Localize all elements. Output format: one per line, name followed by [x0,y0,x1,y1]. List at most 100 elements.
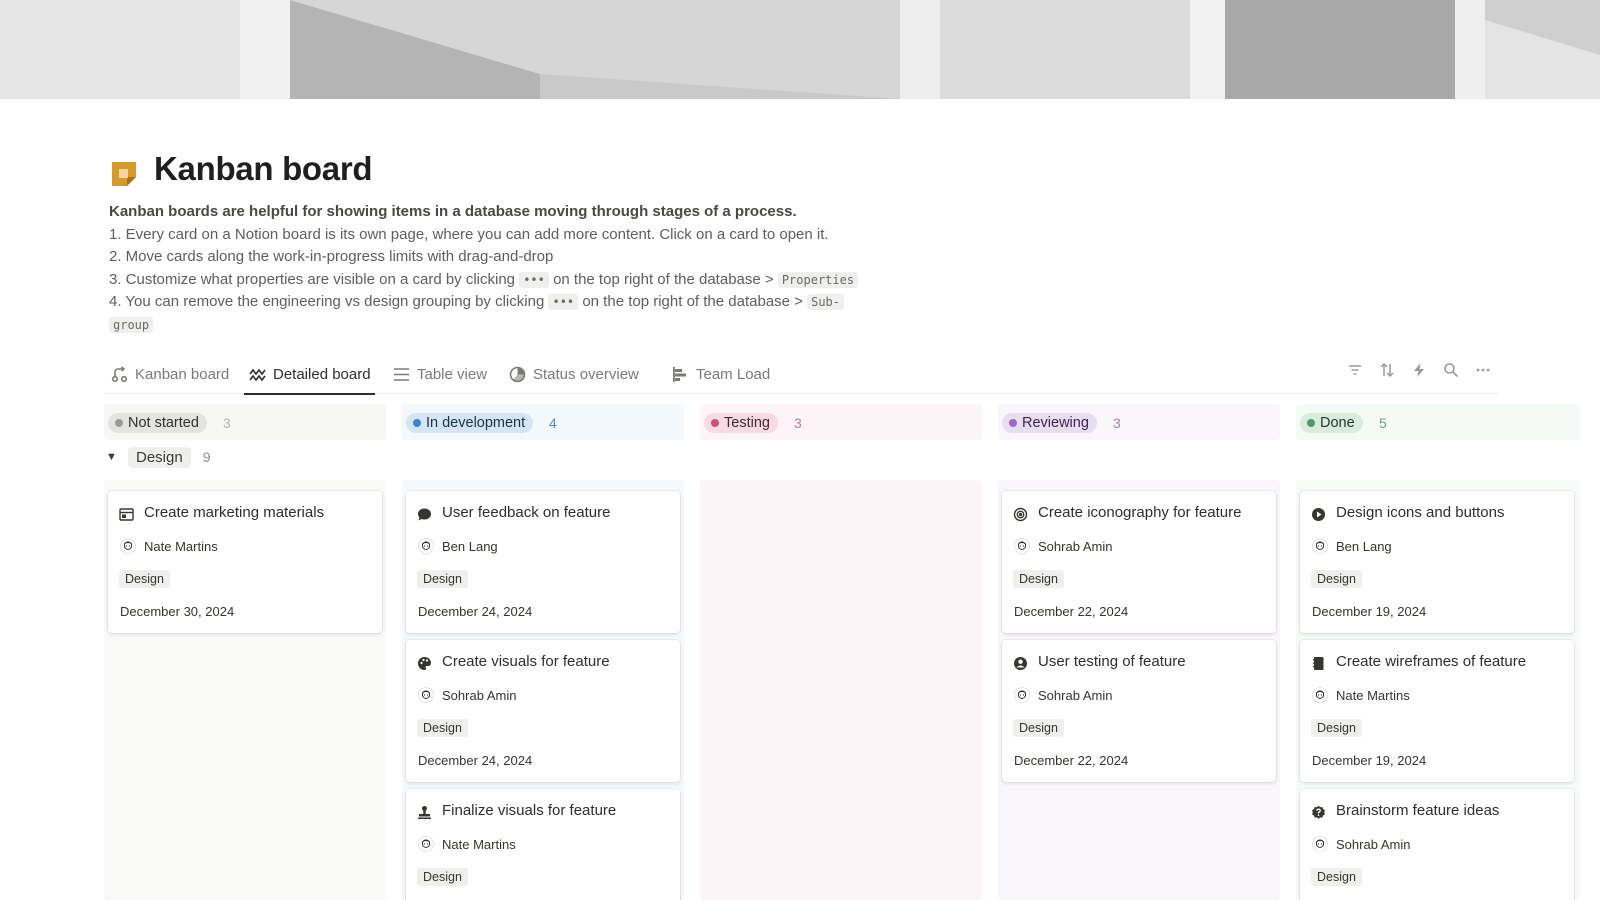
target-icon [1012,506,1028,522]
database-toolbar [1346,361,1492,379]
card[interactable]: Finalize visuals for feature Nate Martin… [406,789,680,900]
card-assignee[interactable]: Sohrab Amin [1312,836,1410,852]
card-tag: Design [417,719,468,737]
tab-status-overview[interactable]: Status overview [504,354,643,394]
page-title[interactable]: Kanban board [154,150,373,188]
card[interactable]: User feedback on feature Ben Lang Design… [406,491,680,633]
card-tag: Design [1311,719,1362,737]
status-label: Testing [724,415,770,431]
status-label: Done [1320,415,1355,431]
line3-code-dots: ••• [519,271,549,288]
assignee-name: Ben Lang [1336,538,1392,554]
column-count: 3 [223,415,231,431]
status-dot [711,419,719,427]
assignee-name: Sohrab Amin [1336,836,1411,852]
avatar [1312,538,1328,554]
card-assignee[interactable]: Sohrab Amin [418,687,516,703]
description-bold-line: Kanban boards are helpful for showing it… [109,203,797,220]
kanban-icon [110,365,128,383]
tab-detailed-board[interactable]: Detailed board [244,354,375,395]
card-assignee[interactable]: Nate Martins [120,538,218,554]
card-date: December 19, 2024 [1312,753,1427,768]
card-assignee[interactable]: Nate Martins [1312,687,1410,703]
column-header: Testing 3 [700,404,982,440]
avatar [1312,687,1328,703]
wave-board-icon [248,365,266,383]
card[interactable]: Create iconography for feature Sohrab Am… [1002,491,1276,633]
assignee-name: Sohrab Amin [1038,687,1113,703]
card-title: Design icons and buttons [1336,504,1505,521]
column-count: 5 [1379,415,1387,431]
status-pill[interactable]: In development [406,413,534,433]
status-dot [115,419,123,427]
filter-icon[interactable] [1346,361,1364,379]
description-line-2: 2. Move cards along the work-in-progress… [109,248,554,265]
line3-code-properties: Properties [777,271,859,288]
browser-window-icon [118,506,134,522]
column-header: In development 4 [402,404,684,440]
avatar [418,538,434,554]
status-dot [1307,419,1315,427]
sort-icon[interactable] [1378,361,1396,379]
card[interactable]: Create wireframes of feature Nate Martin… [1300,640,1574,782]
card-title: Create marketing materials [144,504,325,521]
status-label: Not started [128,415,199,431]
card-tag: Design [417,868,468,886]
search-icon[interactable] [1442,361,1460,379]
tab-team-load[interactable]: Team Load [667,354,774,394]
column-body [700,480,982,900]
assignee-name: Ben Lang [442,538,498,554]
card-title: Create iconography for feature [1038,504,1242,521]
group-header-design[interactable]: ▼ Design 9 [106,443,211,471]
card-assignee[interactable]: Sohrab Amin [1014,538,1112,554]
card-title: Create wireframes of feature [1336,653,1527,670]
page-description: Kanban boards are helpful for showing it… [109,201,929,336]
card-title: Create visuals for feature [442,653,610,670]
group-count: 9 [202,449,211,465]
palette-icon [416,655,432,671]
card-tag: Design [1311,570,1362,588]
avatar [120,538,136,554]
card[interactable]: Create marketing materials Nate Martins … [108,491,382,633]
card[interactable]: Design icons and buttons Ben Lang Design… [1300,491,1574,633]
card[interactable]: User testing of feature Sohrab Amin Desi… [1002,640,1276,782]
pie-chart-icon [508,365,526,383]
card[interactable]: Brainstorm feature ideas Sohrab Amin Des… [1300,789,1574,900]
card-date: December 24, 2024 [418,753,533,768]
line4-code-dots: ••• [548,294,579,310]
assignee-name: Sohrab Amin [442,687,517,703]
automation-icon[interactable] [1410,361,1428,379]
column-testing: Testing 3 [700,404,982,900]
tab-kanban-board[interactable]: Kanban board [106,354,233,394]
line4-arrow: > [794,293,803,310]
assignee-name: Nate Martins [1336,687,1410,703]
card-assignee[interactable]: Sohrab Amin [1014,687,1112,703]
status-pill[interactable]: Not started [108,413,207,433]
card-assignee[interactable]: Nate Martins [418,836,516,852]
card-tag: Design [1013,719,1064,737]
toggle-triangle-icon[interactable]: ▼ [106,451,118,463]
avatar [1312,836,1328,852]
card-tag: Design [119,570,170,588]
tab-label: Kanban board [135,365,230,383]
status-label: In development [426,415,526,431]
card-assignee[interactable]: Ben Lang [1312,538,1392,554]
card-tag: Design [1013,570,1064,588]
tab-table-view[interactable]: Table view [388,354,491,394]
card-tag: Design [1311,868,1362,886]
status-pill[interactable]: Testing [704,413,778,433]
card-title: User testing of feature [1038,653,1186,670]
speech-bubble-icon [416,506,432,522]
card[interactable]: Create visuals for feature Sohrab Amin D… [406,640,680,782]
sticky-note-icon[interactable] [110,160,138,188]
status-pill[interactable]: Done [1300,413,1363,433]
status-pill[interactable]: Reviewing [1002,413,1097,433]
card-assignee[interactable]: Ben Lang [418,538,498,554]
assignee-name: Nate Martins [144,538,218,554]
stamp-icon [416,804,432,820]
line3-arrow: > [764,270,774,288]
tab-label: Table view [417,365,488,383]
timeline-icon [671,365,689,383]
assignee-name: Nate Martins [442,836,516,852]
more-icon[interactable] [1474,361,1492,379]
